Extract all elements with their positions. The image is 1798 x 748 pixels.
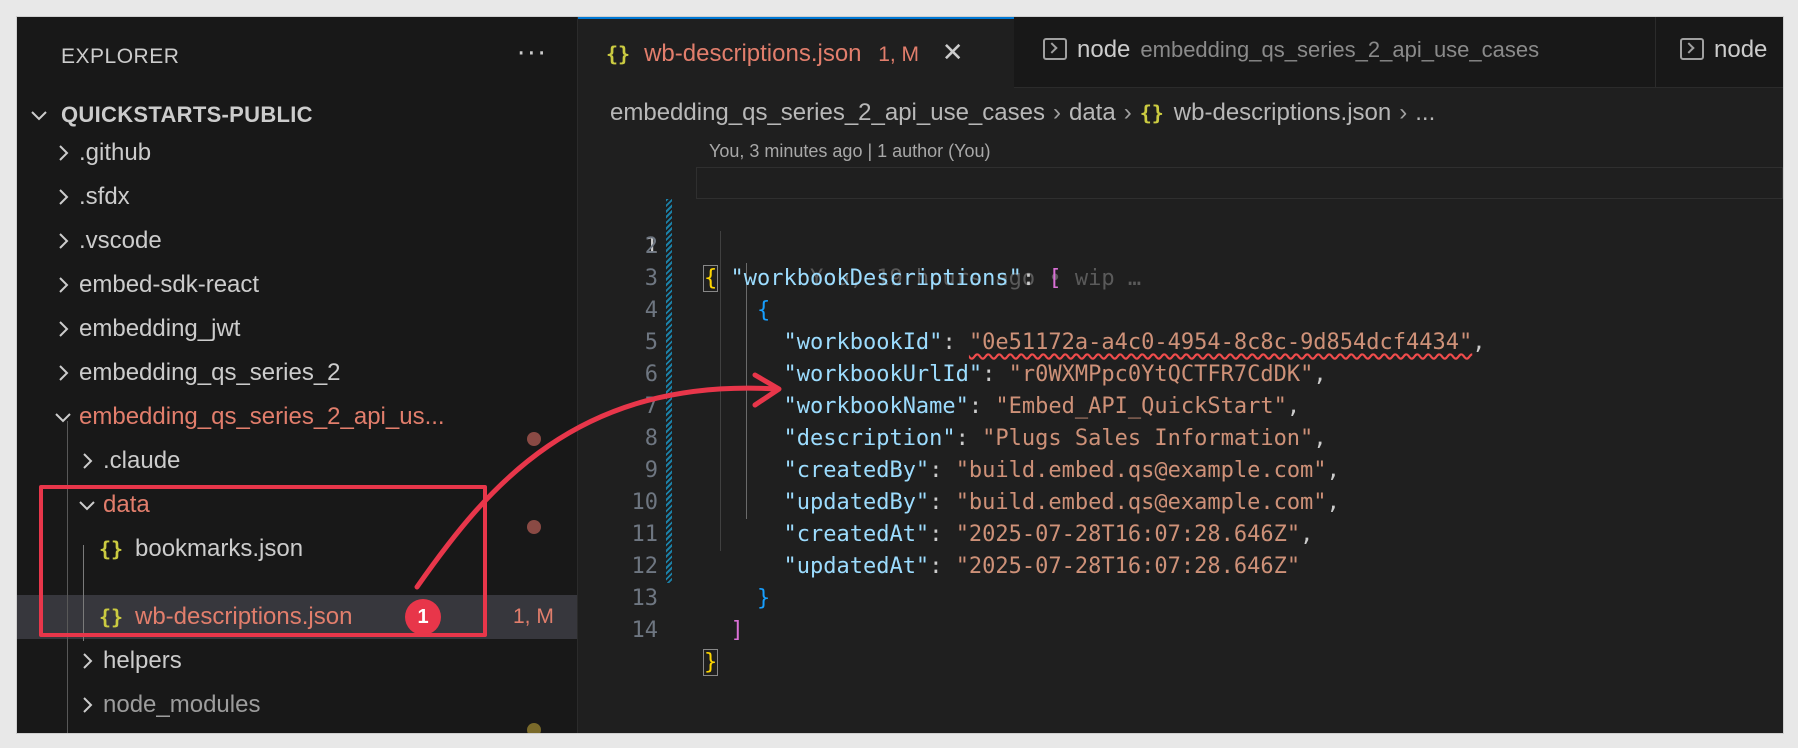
annotation-arrow <box>414 372 782 590</box>
vscode-window: EXPLORER ··· QUICKSTARTS-PUBLIC .github … <box>16 16 1784 734</box>
annotation-arrow-path <box>414 385 780 590</box>
